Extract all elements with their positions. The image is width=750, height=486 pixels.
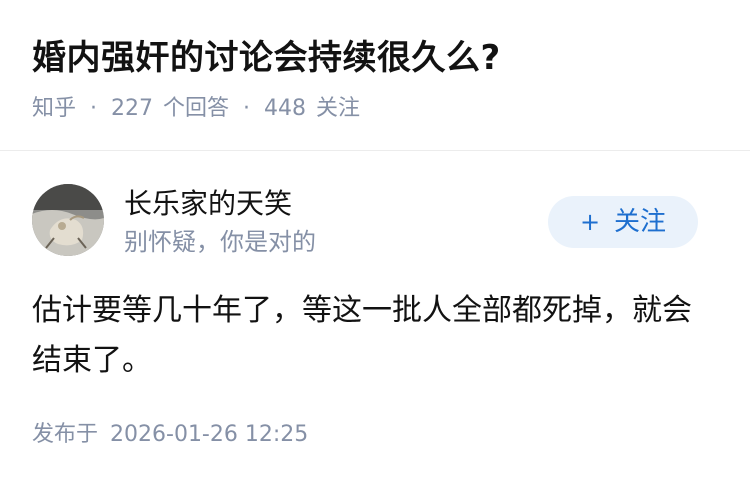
follow-button[interactable]: + 关注 bbox=[548, 196, 698, 248]
question-title[interactable]: 婚内强奸的讨论会持续很久么? bbox=[32, 36, 501, 80]
author-bio: 别怀疑，你是对的 bbox=[124, 228, 316, 256]
question-meta: 知乎 · 227 个回答 · 448 关注 bbox=[32, 94, 360, 124]
answer-count-label: 个回答 bbox=[163, 96, 230, 121]
follower-count-label: 关注 bbox=[316, 96, 361, 121]
meta-separator: · bbox=[90, 96, 98, 121]
plus-icon: + bbox=[579, 208, 601, 236]
source-label: 知乎 bbox=[32, 96, 77, 121]
avatar-image bbox=[32, 184, 104, 256]
answer-count: 227 bbox=[111, 96, 154, 121]
answer-content[interactable]: 估计要等几十年了，等这一批人全部都死掉，就会结束了。 bbox=[32, 286, 718, 386]
divider bbox=[0, 150, 750, 151]
author-name[interactable]: 长乐家的天笑 bbox=[124, 186, 292, 222]
meta-separator: · bbox=[243, 96, 251, 121]
follower-count: 448 bbox=[264, 96, 307, 121]
question-header[interactable]: 婚内强奸的讨论会持续很久么? 知乎 · 227 个回答 · 448 关注 bbox=[0, 0, 750, 150]
answer-page: 婚内强奸的讨论会持续很久么? 知乎 · 227 个回答 · 448 关注 长乐家… bbox=[0, 0, 750, 486]
answer-time: 发布于 2026-01-26 12:25 bbox=[32, 420, 308, 450]
avatar[interactable] bbox=[32, 184, 104, 256]
time-value: 2026-01-26 12:25 bbox=[110, 422, 309, 447]
time-prefix: 发布于 bbox=[32, 422, 99, 447]
follow-button-label: 关注 bbox=[614, 207, 667, 237]
answer-author: 长乐家的天笑 别怀疑，你是对的 + 关注 bbox=[32, 184, 718, 264]
